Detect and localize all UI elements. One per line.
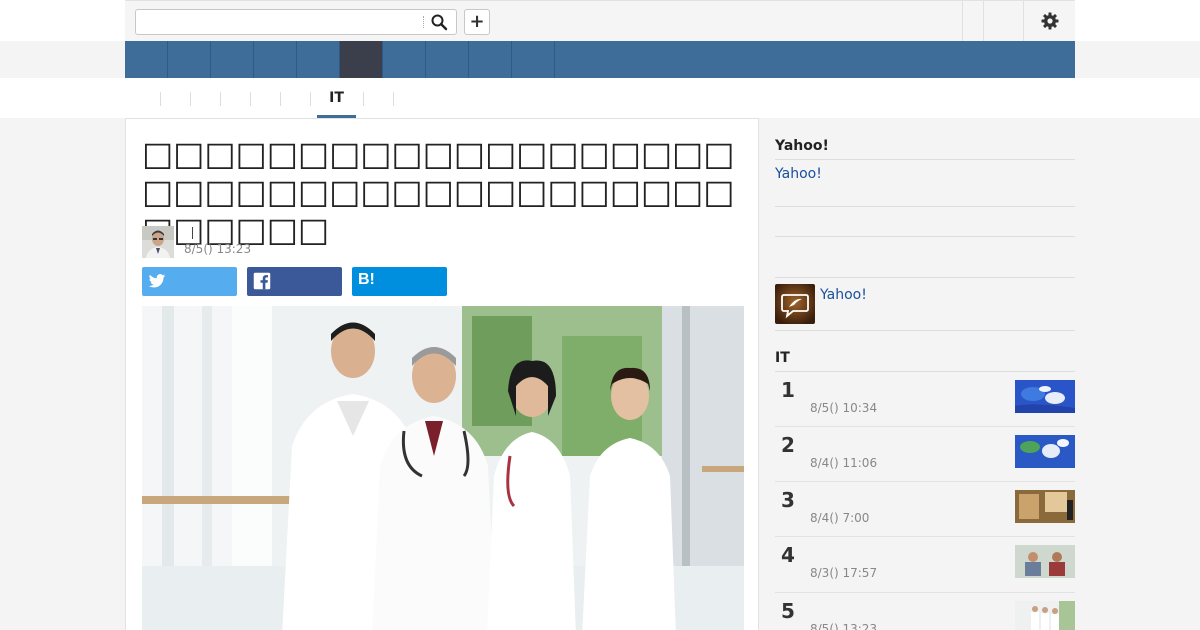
- twitter-share-button[interactable]: [142, 267, 237, 296]
- nav-item[interactable]: [426, 41, 469, 78]
- nav-item[interactable]: [512, 41, 555, 78]
- nav-item[interactable]: [383, 41, 426, 78]
- nav-item[interactable]: [168, 41, 211, 78]
- rank-number: 4: [781, 543, 795, 567]
- search-icon[interactable]: [430, 13, 448, 31]
- toolbar-divider: [983, 1, 984, 41]
- subnav-divider: [363, 92, 364, 106]
- ranking-item[interactable]: 2 8/4() 11:06: [775, 427, 1075, 482]
- nav-item[interactable]: [211, 41, 254, 78]
- nav-item[interactable]: [297, 41, 340, 78]
- rank-timestamp: 8/4() 7:00: [810, 511, 870, 525]
- sidebar: Yahoo! Yahoo! Yahoo! IT 1 8/5() 10:34 2: [775, 118, 1075, 630]
- rank-timestamp: 8/5() 10:34: [810, 401, 878, 415]
- sidebar-divider: [775, 206, 1075, 207]
- author-divider: [192, 227, 193, 239]
- facebook-icon: [253, 272, 271, 290]
- toolbar-divider: [962, 1, 963, 41]
- rank-thumbnail[interactable]: [1015, 545, 1075, 578]
- article-photo[interactable]: [142, 306, 744, 630]
- subnav-divider: [160, 92, 161, 106]
- nav-item[interactable]: [254, 41, 297, 78]
- sidebar-link-yahoo[interactable]: Yahoo!: [775, 166, 822, 182]
- subnav-divider: [280, 92, 281, 106]
- subnav-divider: [310, 92, 311, 106]
- subnav-divider: [220, 92, 221, 106]
- subnav-tab-it[interactable]: IT: [317, 90, 356, 106]
- ranking-item[interactable]: 4 8/3() 17:57: [775, 537, 1075, 593]
- hatena-bookmark-button[interactable]: B!: [352, 267, 447, 296]
- chat-icon[interactable]: [775, 284, 815, 324]
- author-avatar[interactable]: [142, 226, 174, 258]
- rank-timestamp: 8/5() 13:23: [810, 622, 878, 630]
- nav-item[interactable]: [125, 41, 168, 78]
- app-link-yahoo[interactable]: Yahoo!: [820, 287, 867, 303]
- toolbar-divider: [1023, 1, 1024, 41]
- subnav-divider: [190, 92, 191, 106]
- gear-icon[interactable]: [1040, 11, 1060, 31]
- nav-item-active[interactable]: [340, 41, 383, 78]
- article-main: □□□□□□□□□□□□□□□□□□□□□□□□□□□□□□□□□□□□□□□□…: [125, 118, 759, 630]
- ranking-item[interactable]: 3 8/4() 7:00: [775, 482, 1075, 537]
- article-headline: □□□□□□□□□□□□□□□□□□□□□□□□□□□□□□□□□□□□□□□□…: [142, 134, 735, 249]
- ranking-item[interactable]: 1 8/5() 10:34: [775, 372, 1075, 427]
- facebook-share-button[interactable]: [247, 267, 342, 296]
- sidebar-divider: [775, 277, 1075, 278]
- rank-timestamp: 8/3() 17:57: [810, 566, 878, 580]
- sidebar-section-title: Yahoo!: [775, 138, 829, 154]
- top-toolbar: +: [125, 0, 1075, 41]
- article-timestamp: 8/5() 13:23: [184, 242, 252, 256]
- category-nav: [125, 41, 1075, 78]
- rank-number: 3: [781, 488, 795, 512]
- subnav-divider: [393, 92, 394, 106]
- rank-number: 5: [781, 599, 795, 623]
- sub-nav: IT: [0, 78, 1200, 118]
- search-input[interactable]: [135, 9, 457, 35]
- rank-thumbnail[interactable]: [1015, 490, 1075, 523]
- rank-thumbnail[interactable]: [1015, 380, 1075, 413]
- top-bar: +: [0, 0, 1200, 41]
- rank-timestamp: 8/4() 11:06: [810, 456, 878, 470]
- ranking-title: IT: [775, 350, 790, 366]
- twitter-icon: [148, 274, 166, 288]
- rank-thumbnail[interactable]: [1015, 435, 1075, 468]
- search-divider: [423, 16, 424, 28]
- nav-item[interactable]: [469, 41, 512, 78]
- sidebar-divider: [775, 159, 1075, 160]
- rank-number: 2: [781, 433, 795, 457]
- add-button[interactable]: +: [464, 9, 490, 35]
- sidebar-divider: [775, 236, 1075, 237]
- sidebar-divider: [775, 330, 1075, 331]
- ranking-item[interactable]: 5 8/5() 13:23: [775, 593, 1075, 630]
- subnav-divider: [250, 92, 251, 106]
- rank-number: 1: [781, 378, 795, 402]
- rank-thumbnail[interactable]: [1015, 601, 1075, 630]
- hatena-icon: B!: [358, 271, 375, 288]
